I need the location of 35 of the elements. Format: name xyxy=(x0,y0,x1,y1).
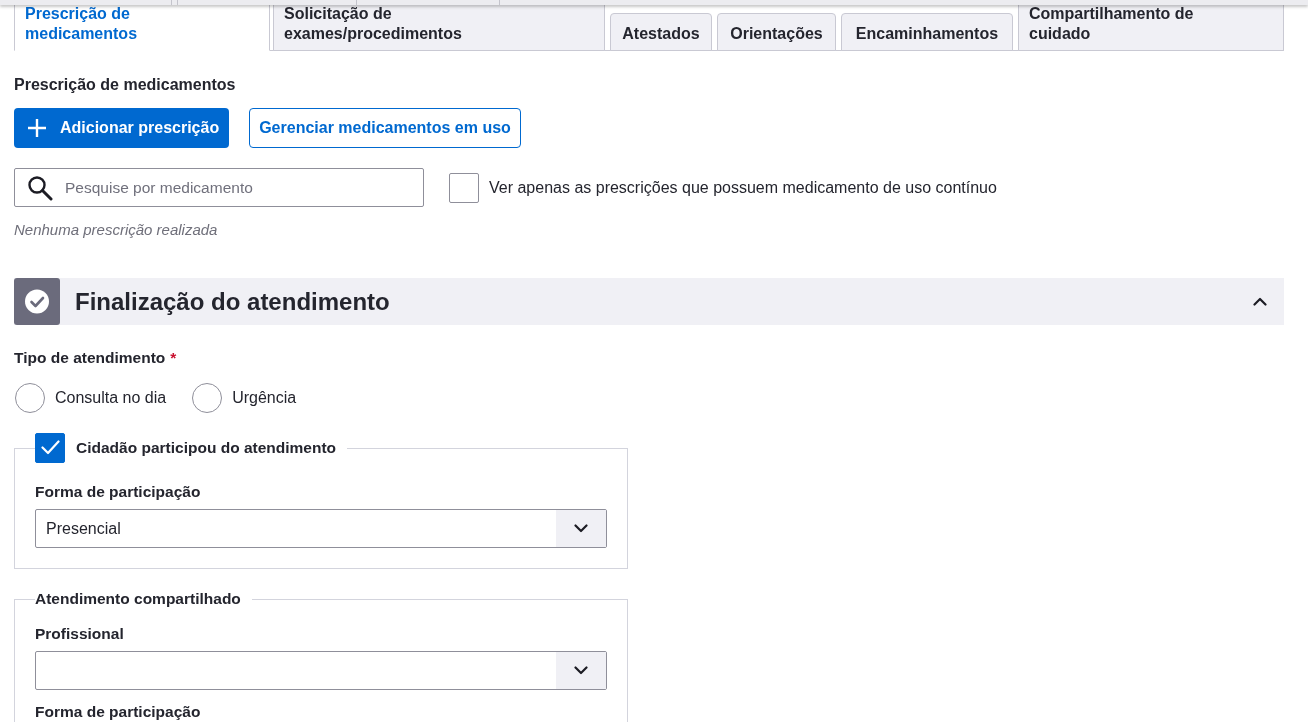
field-label: Profissional xyxy=(35,624,125,644)
checkbox-label: Ver apenas as prescrições que possuem medicamento de uso contínuo xyxy=(489,177,997,198)
dropdown-toggle[interactable] xyxy=(556,510,606,547)
radio-button[interactable] xyxy=(15,383,45,413)
manage-medications-button[interactable]: Gerenciar medicamentos em uso xyxy=(249,108,521,148)
tab[interactable]: Encaminhamentos xyxy=(841,13,1013,51)
add-prescription-button[interactable]: Adicionar prescrição xyxy=(14,108,230,148)
search-field[interactable]: Pesquise por medicamento xyxy=(14,168,424,207)
tab[interactable]: Compartilhamento de cuidado xyxy=(1018,5,1284,51)
checkbox[interactable] xyxy=(449,172,479,203)
field-label: Forma de participação xyxy=(35,482,202,502)
dropdown-field[interactable] xyxy=(35,651,607,690)
checkbox-label: Cidadão participou do atendimento xyxy=(76,438,337,458)
empty-message: Nenhuma prescrição realizada xyxy=(14,220,219,240)
search-icon xyxy=(27,175,53,201)
radio-button[interactable] xyxy=(192,383,223,413)
tab[interactable]: Solicitação de exames/procedimentos xyxy=(273,5,605,51)
checkmark-icon xyxy=(40,440,60,455)
chevron-down-icon xyxy=(574,666,588,675)
checkbox[interactable] xyxy=(35,433,65,463)
tab[interactable]: Prescrição de medicamentos xyxy=(14,5,270,51)
tab[interactable]: Orientações xyxy=(717,13,836,51)
dropdown-toggle[interactable] xyxy=(556,652,606,689)
required-mark: * xyxy=(170,349,177,366)
tab[interactable]: Atestados xyxy=(610,13,712,51)
group-legend: Atendimento compartilhado xyxy=(35,590,241,607)
section-title: Finalização do atendimento xyxy=(75,286,390,317)
dropdown-field[interactable]: Presencial xyxy=(35,509,607,548)
field-label: Forma de participação xyxy=(35,702,202,722)
field-label: Tipo de atendimento xyxy=(14,349,166,366)
chevron-down-icon xyxy=(574,524,588,533)
section-heading: Prescrição de medicamentos xyxy=(14,75,237,95)
radio-label: Urgência xyxy=(232,388,297,408)
plus-icon xyxy=(27,118,47,138)
radio-label: Consulta no dia xyxy=(55,388,167,408)
